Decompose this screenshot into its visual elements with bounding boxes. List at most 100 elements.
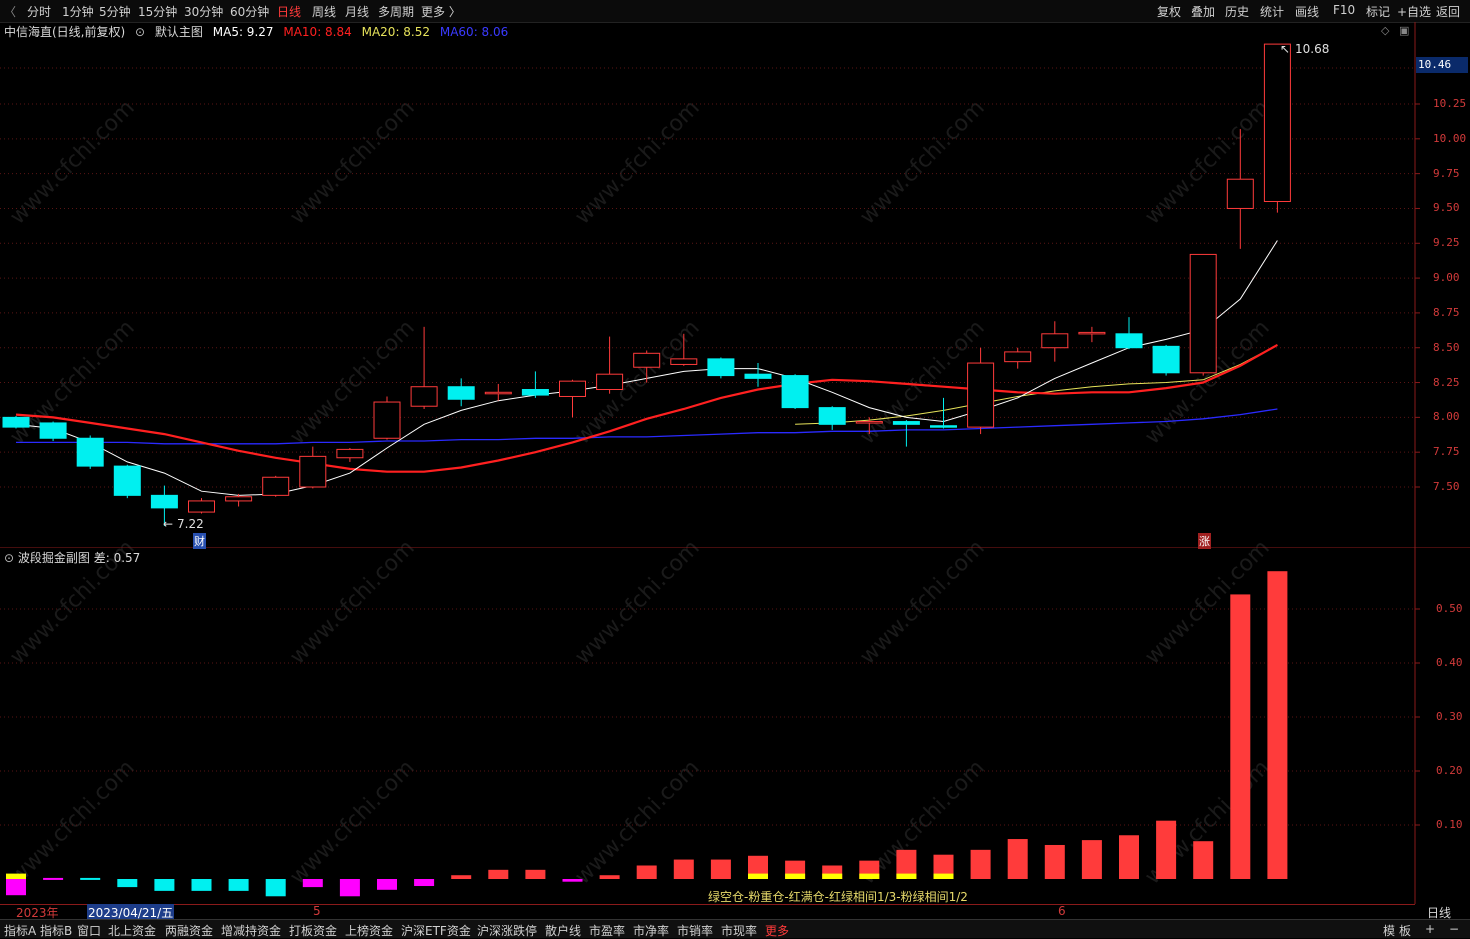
signal-bar [525,869,546,879]
date-axis: 2023年 2023/04/21/五 5 6 [0,904,1415,921]
candle-body [188,500,215,513]
y-tick-label: 8.25 [1433,375,1460,389]
limit-up-badge[interactable]: 涨 [1198,533,1211,549]
signal-bar [43,877,64,880]
y-tick-label: 7.50 [1433,480,1460,493]
candle-body [113,465,141,496]
candle-body [2,416,30,428]
zoom-in-button[interactable]: + [1425,922,1435,936]
signal-bar [265,879,286,897]
financial-report-badge[interactable]: 财 [193,533,206,549]
tab-indicator-a[interactable]: 指标A [4,922,36,939]
signal-bar [6,879,26,896]
candle-body [559,380,586,397]
tab-pb[interactable]: 市净率 [633,922,669,939]
indicator-tab-bar: 指标A 指标B 窗口 北上资金 两融资金 增减持资金 打板资金 上榜资金 沪深E… [0,919,1470,938]
candle-body [1152,345,1180,374]
tab-pcf[interactable]: 市现率 [721,922,757,939]
sub-y-tick-label: 0.30 [1436,710,1463,723]
signal-bar [154,879,175,891]
tab-more-indicators[interactable]: 更多 [765,922,789,939]
candle-body [1189,253,1217,374]
candle-body [1263,43,1291,202]
y-tick-label: 10.00 [1433,131,1467,145]
candle-body [781,375,809,409]
candle-body [410,386,438,407]
signal-bar [970,849,991,879]
signal-bar [1193,841,1214,879]
signal-bar [636,865,657,879]
candle-body [818,407,846,425]
candle-body [744,373,772,379]
y-tick-label: 9.25 [1433,236,1460,250]
tab-window[interactable]: 窗口 [77,922,101,939]
y-tick-label: 8.75 [1433,305,1460,319]
low-arrow-icon: ← [163,517,174,531]
tab-northbound[interactable]: 北上资金 [108,922,156,939]
candlestick-chart[interactable] [0,0,1470,548]
signal-bar [562,879,583,882]
board-button[interactable]: 板 [1399,922,1411,939]
tab-margin[interactable]: 两融资金 [165,922,213,939]
high-price-label: 10.68 [1295,42,1330,56]
signal-bar-yellow [859,873,880,879]
candle-body [1078,331,1106,335]
candle-body [1041,333,1069,349]
signal-bar-yellow [896,873,917,879]
template-button[interactable]: 模 [1383,922,1395,939]
tab-dragon-tiger[interactable]: 上榜资金 [345,922,393,939]
high-arrow-icon: ↖ [1280,42,1291,56]
candle-body [373,401,401,439]
candle-body [1004,351,1032,363]
tab-holdings-change[interactable]: 增减持资金 [221,922,281,939]
y-tick-label: 8.00 [1433,410,1460,424]
sub-chart-legend: 绿空仓-粉重仓-红满仓-红绿相间1/3-粉绿相间1/2 [708,890,968,904]
candle-body [596,373,624,391]
candle-body [633,352,661,368]
candle-body [967,362,995,428]
sub-y-tick-label: 0.20 [1436,764,1463,777]
signal-bar-yellow [785,873,806,879]
signal-bar [117,879,138,888]
y-tick-label: 10.25 [1433,97,1467,110]
tab-pe[interactable]: 市盈率 [589,922,625,939]
sub-y-tick-label: 0.40 [1436,656,1463,669]
signal-bar [599,875,620,879]
candle-body [336,448,364,459]
signal-bar [1044,844,1065,879]
candle-body [930,425,957,428]
ma60-line [16,408,1278,445]
candle-body [892,421,920,425]
signal-bar [339,879,360,897]
y-tick-label: 9.75 [1433,166,1460,180]
sub-bar-chart[interactable] [0,548,1470,904]
signal-bar [673,859,694,879]
candle-body [150,494,178,509]
y-tick-label: 9.50 [1433,201,1460,215]
signal-bar [80,877,101,880]
tab-limit-up-funds[interactable]: 打板资金 [289,922,337,939]
signal-bar [377,879,397,890]
tab-retail-line[interactable]: 散户线 [545,922,581,939]
tab-etf-funds[interactable]: 沪深ETF资金 [401,922,471,939]
signal-bar [191,879,212,891]
signal-bar [302,879,323,888]
signal-bar [488,869,509,879]
sub-y-tick-label: 0.10 [1436,818,1463,831]
tab-limit-stats[interactable]: 沪深涨跌停 [477,922,537,939]
candle-body [225,496,253,502]
tab-ps[interactable]: 市销率 [677,922,713,939]
tab-indicator-b[interactable]: 指标B [40,922,72,939]
low-price-label: 7.22 [177,517,204,531]
y-tick-label: 8.50 [1433,340,1460,354]
current-price-tag: 10.46 [1416,57,1468,73]
candle-body [76,437,104,467]
candle-body [1226,178,1254,209]
candle-body [484,391,512,395]
zoom-out-button[interactable]: − [1449,922,1459,936]
signal-bar [1119,835,1139,879]
signal-bar [1267,571,1288,879]
candle-body [447,386,475,400]
candle-body [707,358,735,377]
signal-bar [1230,594,1251,879]
